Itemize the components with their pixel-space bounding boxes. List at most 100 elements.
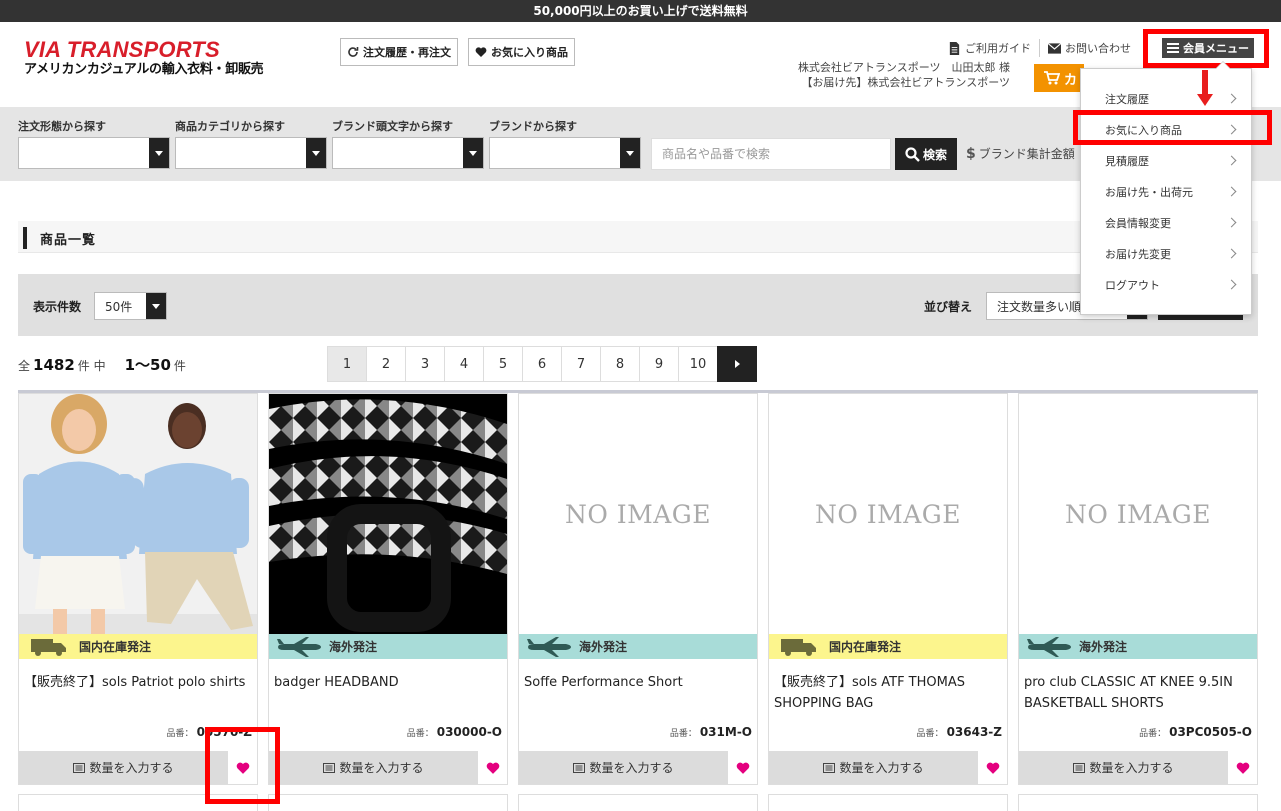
add-to-favorites-button[interactable] [979, 751, 1007, 784]
page-2[interactable]: 2 [366, 346, 406, 382]
product-card[interactable]: NO IMAGE 海外発注 pro club CLASSIC AT KNEE 9… [1018, 393, 1258, 785]
chevron-down-icon [620, 138, 640, 168]
envelope-icon [1048, 42, 1061, 54]
enter-quantity-button[interactable]: 数量を入力する [1019, 751, 1228, 784]
product-card[interactable]: 海外発注 badger HEADBAND 品番： 030000-O 数量を入力する [268, 393, 508, 785]
menu-item-change-delivery[interactable]: お届け先変更 [1081, 238, 1251, 269]
add-to-favorites-button[interactable] [1229, 751, 1257, 784]
product-image[interactable] [19, 394, 257, 634]
chevron-down-icon [146, 293, 166, 319]
chevron-right-icon [1226, 279, 1237, 290]
list-icon [323, 762, 336, 773]
product-name[interactable]: badger HEADBAND [274, 672, 502, 693]
list-icon [823, 762, 836, 773]
heart-icon [1236, 762, 1250, 774]
product-name[interactable]: 【販売終了】sols Patriot polo shirts [24, 672, 252, 693]
order-history-reorder-button[interactable]: 注文履歴・再注文 [340, 38, 458, 66]
listing-controls: 表示件数 50件 並び替え 注文数量多い順 [18, 274, 1258, 336]
add-to-favorites-button[interactable] [229, 751, 257, 784]
site-logo[interactable]: VIA TRANSPORTS アメリカンカジュアルの輸入衣料・卸販売 [24, 38, 264, 78]
product-name[interactable]: Soffe Performance Short [524, 672, 752, 693]
no-image-placeholder: NO IMAGE [814, 499, 962, 529]
page-6[interactable]: 6 [522, 346, 562, 382]
menu-item-quote-history[interactable]: 見積履歴 [1081, 145, 1251, 176]
page-1[interactable]: 1 [327, 346, 367, 382]
heart-icon [236, 762, 250, 774]
kids-sweatshirt-photo [19, 394, 257, 634]
page-4[interactable]: 4 [444, 346, 484, 382]
menu-item-delivery-origin[interactable]: お届け先・出荷元 [1081, 176, 1251, 207]
product-code: 品番： 00570-Z [166, 725, 252, 739]
product-card[interactable]: NO IMAGE 海外発注 Soffe Performance Short 品番… [518, 393, 758, 785]
product-name[interactable]: pro club CLASSIC AT KNEE 9.5IN BASKETBAL… [1024, 672, 1252, 714]
product-image[interactable] [269, 394, 507, 634]
category-select[interactable] [175, 137, 327, 169]
add-to-favorites-button[interactable] [729, 751, 757, 784]
user-info: 株式会社ビアトランスポーツ 山田太郎 様 【お届け先】株式会社ビアトランスポーツ [797, 61, 1010, 89]
cart-icon [1044, 71, 1060, 85]
menu-item-member-info[interactable]: 会員情報変更 [1081, 207, 1251, 238]
shipping-badge: 国内在庫発注 [19, 634, 257, 659]
product-card[interactable] [18, 794, 258, 811]
search-button[interactable]: 検索 [895, 138, 957, 170]
product-card[interactable] [518, 794, 758, 811]
sort-label: 並び替え [924, 300, 973, 314]
order-type-select[interactable] [18, 137, 170, 169]
product-card[interactable]: 国内在庫発注 【販売終了】sols Patriot polo shirts 品番… [18, 393, 258, 785]
cart-button[interactable]: カ [1034, 64, 1084, 92]
guide-link[interactable]: ご利用ガイド [940, 40, 1039, 56]
heart-icon [486, 762, 500, 774]
enter-quantity-button[interactable]: 数量を入力する [19, 751, 228, 784]
add-to-favorites-button[interactable] [479, 751, 507, 784]
product-card[interactable]: NO IMAGE 国内在庫発注 【販売終了】sols ATF THOMAS SH… [768, 393, 1008, 785]
document-icon [949, 41, 960, 55]
page-8[interactable]: 8 [600, 346, 640, 382]
product-name[interactable]: 【販売終了】sols ATF THOMAS SHOPPING BAG [774, 672, 1002, 714]
per-page-select[interactable]: 50件 [94, 292, 167, 320]
product-card[interactable] [1018, 794, 1258, 811]
shipping-badge: 国内在庫発注 [769, 634, 1007, 659]
page-9[interactable]: 9 [639, 346, 679, 382]
dollar-icon: $ [966, 145, 976, 162]
page-3[interactable]: 3 [405, 346, 445, 382]
product-card[interactable] [268, 794, 508, 811]
keyword-search-input[interactable] [651, 138, 891, 170]
product-image[interactable]: NO IMAGE [519, 394, 757, 634]
brand-select[interactable] [489, 137, 641, 169]
favorites-button[interactable]: お気に入り商品 [468, 38, 575, 66]
menu-item-order-history[interactable]: 注文履歴 [1081, 83, 1251, 114]
pagination: 1 2 3 4 5 6 7 8 9 10 [327, 346, 757, 382]
page-10[interactable]: 10 [678, 346, 718, 382]
menu-item-logout[interactable]: ログアウト [1081, 269, 1251, 300]
chevron-right-icon [1226, 248, 1237, 259]
shipping-badge: 海外発注 [269, 634, 507, 659]
product-image[interactable]: NO IMAGE [1019, 394, 1257, 634]
member-menu-button[interactable]: 会員メニュー [1162, 38, 1254, 58]
list-icon [73, 762, 86, 773]
chevron-right-icon [1226, 186, 1237, 197]
page-7[interactable]: 7 [561, 346, 601, 382]
next-page-button[interactable] [717, 346, 757, 382]
no-image-placeholder: NO IMAGE [1064, 499, 1212, 529]
brand-filter: ブランドから探す [489, 119, 641, 169]
order-type-filter: 注文形態から探す [18, 119, 170, 169]
enter-quantity-button[interactable]: 数量を入力する [769, 751, 978, 784]
product-code: 品番： 03PC0505-O [1139, 725, 1252, 739]
truck-icon [769, 634, 829, 659]
product-code: 品番： 030000-O [406, 725, 502, 739]
page-5[interactable]: 5 [483, 346, 523, 382]
header-links: ご利用ガイド お問い合わせ [940, 38, 1139, 58]
enter-quantity-button[interactable]: 数量を入力する [269, 751, 478, 784]
product-image[interactable]: NO IMAGE [769, 394, 1007, 634]
contact-link[interactable]: お問い合わせ [1040, 40, 1139, 56]
product-code: 品番： 03643-Z [916, 725, 1002, 739]
product-card[interactable] [768, 794, 1008, 811]
brand-total-link[interactable]: $ ブランド集計金額 [966, 145, 1075, 162]
enter-quantity-button[interactable]: 数量を入力する [519, 751, 728, 784]
heart-icon [475, 47, 487, 57]
menu-item-favorites[interactable]: お気に入り商品 [1081, 114, 1251, 145]
shipping-badge: 海外発注 [519, 634, 757, 659]
airplane-icon [269, 634, 329, 659]
brand-initial-select[interactable] [332, 137, 484, 169]
chevron-right-icon [1226, 217, 1237, 228]
